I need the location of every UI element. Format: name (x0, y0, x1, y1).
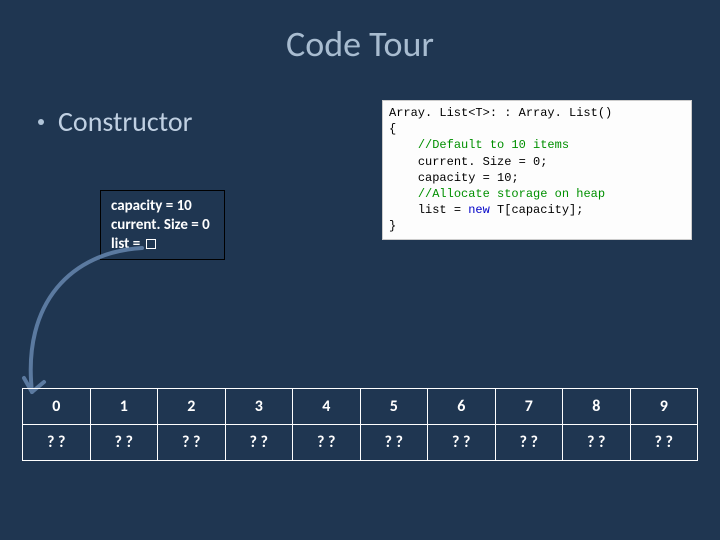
bullet-dot-icon (38, 119, 44, 125)
code-line-2c: ; (511, 171, 518, 185)
code-snippet: Array. List<T>: : Array. List() { //Defa… (382, 100, 692, 240)
array-index-cell: 8 (563, 389, 631, 425)
array-value-cell: ? ? (23, 425, 91, 461)
array-value-cell: ? ? (360, 425, 428, 461)
code-signature: Array. List<T>: : Array. List (389, 106, 598, 120)
pointer-box-icon (146, 239, 156, 249)
code-brace-open: { (389, 121, 685, 137)
array-table: 0 1 2 3 4 5 6 7 8 9 ? ? ? ? ? ? ? ? ? ? … (22, 388, 698, 461)
array-index-cell: 0 (23, 389, 91, 425)
slide-title: Code Tour (0, 0, 720, 66)
array-index-cell: 9 (630, 389, 698, 425)
array-value-row: ? ? ? ? ? ? ? ? ? ? ? ? ? ? ? ? ? ? ? ? (23, 425, 698, 461)
array-value-cell: ? ? (630, 425, 698, 461)
code-line-1a: current. Size = (418, 155, 533, 169)
state-line-list-prefix: list = (111, 235, 144, 253)
array-index-row: 0 1 2 3 4 5 6 7 8 9 (23, 389, 698, 425)
array-value-cell: ? ? (563, 425, 631, 461)
code-keyword-new: new (468, 203, 490, 217)
code-brace-close: } (389, 218, 685, 234)
array-value-cell: ? ? (90, 425, 158, 461)
code-line-2a: capacity = (418, 171, 497, 185)
state-line-currentsize: current. Size = 0 (111, 216, 210, 235)
array-value-cell: ? ? (225, 425, 293, 461)
array-index-cell: 1 (90, 389, 158, 425)
state-line-list: list = (111, 235, 210, 254)
code-line-3b: T[capacity]; (490, 203, 584, 217)
array-index-cell: 5 (360, 389, 428, 425)
bullet-text: Constructor (58, 104, 192, 139)
array-value-cell: ? ? (293, 425, 361, 461)
pointer-arrow-icon (12, 242, 192, 412)
array-value-cell: ? ? (495, 425, 563, 461)
array-value-cell: ? ? (428, 425, 496, 461)
code-line-2b: 10 (497, 171, 511, 185)
code-signature-parens: () (598, 106, 612, 120)
array-index-cell: 6 (428, 389, 496, 425)
code-comment-2: //Allocate storage on heap (418, 187, 605, 201)
array-value-cell: ? ? (158, 425, 226, 461)
state-box: capacity = 10 current. Size = 0 list = (100, 190, 225, 260)
array-index-cell: 2 (158, 389, 226, 425)
array-index-cell: 7 (495, 389, 563, 425)
code-comment-1: //Default to 10 items (418, 138, 569, 152)
array-index-cell: 4 (293, 389, 361, 425)
array-index-cell: 3 (225, 389, 293, 425)
code-line-1c: ; (540, 155, 547, 169)
state-line-capacity: capacity = 10 (111, 197, 210, 216)
code-line-3a: list = (418, 203, 468, 217)
